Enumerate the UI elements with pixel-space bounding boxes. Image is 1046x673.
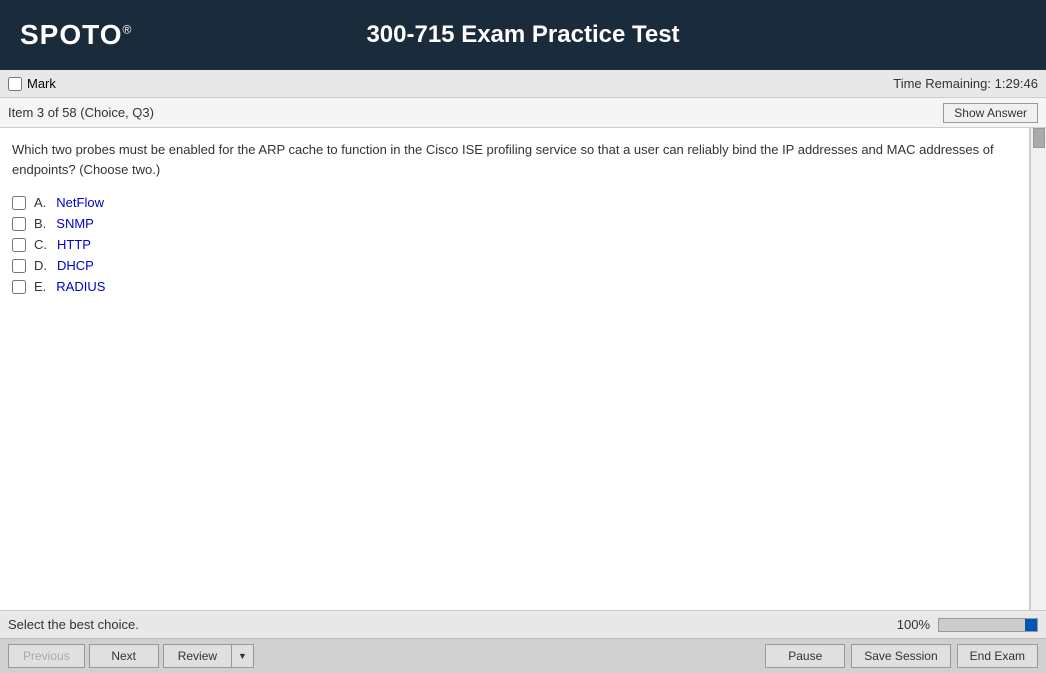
option-letter: E. <box>34 279 46 294</box>
option-item: A. NetFlow <box>12 195 1017 210</box>
progress-bar-fill <box>1025 619 1037 631</box>
option-text: HTTP <box>57 237 91 252</box>
question-text: Which two probes must be enabled for the… <box>12 140 1017 179</box>
item-bar: Item 3 of 58 (Choice, Q3) Show Answer <box>0 98 1046 128</box>
content-wrapper: Which two probes must be enabled for the… <box>0 128 1046 610</box>
progress-bar-track <box>938 618 1038 632</box>
scrollbar-thumb[interactable] <box>1033 128 1045 148</box>
mark-checkbox-area[interactable]: Mark <box>8 76 56 91</box>
option-text: SNMP <box>56 216 94 231</box>
logo: SPOTO® <box>20 19 132 51</box>
time-remaining: Time Remaining: 1:29:46 <box>893 76 1038 91</box>
mark-bar: Mark Time Remaining: 1:29:46 <box>0 70 1046 98</box>
options-list: A. NetFlow B. SNMP C. HTTP D. DHCP E. RADIUS <box>12 195 1017 294</box>
option-text: DHCP <box>57 258 94 273</box>
option-item: C. HTTP <box>12 237 1017 252</box>
option-letter: A. <box>34 195 46 210</box>
status-text: Select the best choice. <box>8 617 139 632</box>
pause-button[interactable]: Pause <box>765 644 845 668</box>
option-checkbox-d[interactable] <box>12 259 26 273</box>
option-text: RADIUS <box>56 279 105 294</box>
review-btn-group: Review <box>163 644 254 668</box>
review-dropdown-button[interactable] <box>231 644 254 668</box>
footer-nav: Previous Next Review Pause Save Session … <box>0 638 1046 673</box>
save-session-button[interactable]: Save Session <box>851 644 950 668</box>
mark-checkbox[interactable] <box>8 77 22 91</box>
progress-percent: 100% <box>897 617 930 632</box>
option-item: D. DHCP <box>12 258 1017 273</box>
previous-button[interactable]: Previous <box>8 644 85 668</box>
mark-label: Mark <box>27 76 56 91</box>
review-button[interactable]: Review <box>163 644 231 668</box>
main-content: Which two probes must be enabled for the… <box>0 128 1030 610</box>
item-info: Item 3 of 58 (Choice, Q3) <box>8 105 154 120</box>
next-button[interactable]: Next <box>89 644 159 668</box>
option-item: B. SNMP <box>12 216 1017 231</box>
exam-title: 300-715 Exam Practice Test <box>366 21 679 49</box>
option-letter: C. <box>34 237 47 252</box>
logo-text: SPOTO <box>20 19 123 50</box>
scrollbar-track[interactable] <box>1030 128 1046 610</box>
option-text: NetFlow <box>56 195 104 210</box>
option-checkbox-c[interactable] <box>12 238 26 252</box>
footer-right: Pause Save Session End Exam <box>765 644 1038 668</box>
header: SPOTO® 300-715 Exam Practice Test <box>0 0 1046 70</box>
option-letter: B. <box>34 216 46 231</box>
status-bar: Select the best choice. 100% <box>0 610 1046 638</box>
end-exam-button[interactable]: End Exam <box>957 644 1038 668</box>
option-letter: D. <box>34 258 47 273</box>
footer-left: Previous Next Review <box>8 644 254 668</box>
option-checkbox-a[interactable] <box>12 196 26 210</box>
option-item: E. RADIUS <box>12 279 1017 294</box>
progress-area: 100% <box>897 617 1038 632</box>
show-answer-button[interactable]: Show Answer <box>943 103 1038 123</box>
option-checkbox-b[interactable] <box>12 217 26 231</box>
option-checkbox-e[interactable] <box>12 280 26 294</box>
logo-superscript: ® <box>123 23 133 37</box>
